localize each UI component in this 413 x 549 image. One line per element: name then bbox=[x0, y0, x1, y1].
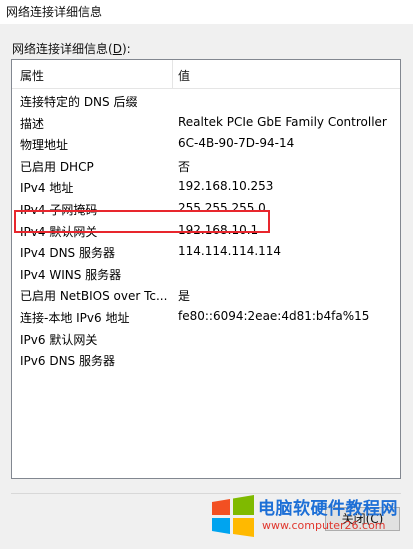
list-item[interactable]: 连接特定的 DNS 后缀 bbox=[12, 90, 400, 112]
property-cell: IPv4 DNS 服务器 bbox=[20, 246, 115, 261]
watermark-url: www.computer26.com bbox=[262, 519, 386, 532]
list-header: 属性 值 bbox=[12, 60, 400, 89]
property-cell: 连接-本地 IPv6 地址 bbox=[20, 310, 130, 325]
property-cell: 连接特定的 DNS 后缀 bbox=[20, 95, 138, 109]
column-header-property[interactable]: 属性 bbox=[20, 67, 44, 84]
property-cell: IPv6 默认网关 bbox=[20, 332, 98, 347]
property-cell: 物理地址 bbox=[20, 138, 69, 153]
list-item[interactable]: 描述 Realtek PCIe GbE Family Controller bbox=[12, 112, 400, 134]
default-gateway-highlight-box bbox=[14, 210, 270, 233]
group-label-text: 网络连接详细信息( bbox=[12, 42, 113, 56]
list-item[interactable]: 已启用 DHCP 否 bbox=[12, 155, 400, 177]
details-list[interactable]: 属性 值 连接特定的 DNS 后缀 描述 Realtek PCIe GbE Fa… bbox=[11, 59, 401, 479]
property-cell: 已启用 DHCP bbox=[20, 159, 94, 174]
list-item[interactable]: IPv4 DNS 服务器 114.114.114.114 bbox=[12, 241, 400, 263]
property-cell: 描述 bbox=[20, 116, 45, 131]
value-cell: 192.168.10.253 bbox=[178, 179, 274, 194]
column-separator[interactable] bbox=[172, 60, 173, 88]
list-item[interactable]: IPv6 DNS 服务器 bbox=[12, 349, 400, 371]
site-watermark: 电脑软硬件教程网 www.computer26.com bbox=[210, 492, 410, 544]
list-item[interactable]: IPv4 地址 192.168.10.253 bbox=[12, 176, 400, 198]
list-item[interactable]: 物理地址 6C-4B-90-7D-94-14 bbox=[12, 133, 400, 155]
column-header-value[interactable]: 值 bbox=[178, 67, 190, 84]
value-cell: Realtek PCIe GbE Family Controller bbox=[178, 114, 387, 129]
property-cell: IPv4 WINS 服务器 bbox=[20, 267, 122, 282]
windows-logo-icon bbox=[212, 495, 254, 537]
list-item[interactable]: IPv6 默认网关 bbox=[12, 328, 400, 350]
property-cell: 已启用 NetBIOS over Tc... bbox=[20, 289, 168, 304]
value-cell: 是 bbox=[178, 289, 191, 304]
value-cell: 否 bbox=[178, 159, 191, 174]
group-label-suffix: ): bbox=[121, 42, 131, 56]
list-item[interactable]: IPv4 WINS 服务器 bbox=[12, 263, 400, 285]
property-cell: IPv4 地址 bbox=[20, 181, 74, 196]
value-cell: 114.114.114.114 bbox=[178, 244, 282, 259]
property-cell: IPv6 DNS 服务器 bbox=[20, 354, 115, 369]
group-label-accesskey: D bbox=[112, 42, 122, 56]
list-item[interactable]: 连接-本地 IPv6 地址 fe80::6094:2eae:4d81:b4fa%… bbox=[12, 306, 400, 328]
network-connection-details-dialog: 网络连接详细信息 网络连接详细信息(D): 属性 值 连接特定的 DNS 后缀 … bbox=[0, 0, 413, 549]
list-item[interactable]: 已启用 NetBIOS over Tc... 是 bbox=[12, 284, 400, 306]
value-cell: 6C-4B-90-7D-94-14 bbox=[178, 136, 295, 151]
watermark-site-name: 电脑软硬件教程网 bbox=[258, 499, 398, 519]
title-bar[interactable]: 网络连接详细信息 bbox=[0, 0, 413, 24]
value-cell: fe80::6094:2eae:4d81:b4fa%15 bbox=[178, 308, 370, 323]
details-group-label: 网络连接详细信息(D): bbox=[12, 40, 131, 57]
window-title: 网络连接详细信息 bbox=[6, 5, 103, 19]
